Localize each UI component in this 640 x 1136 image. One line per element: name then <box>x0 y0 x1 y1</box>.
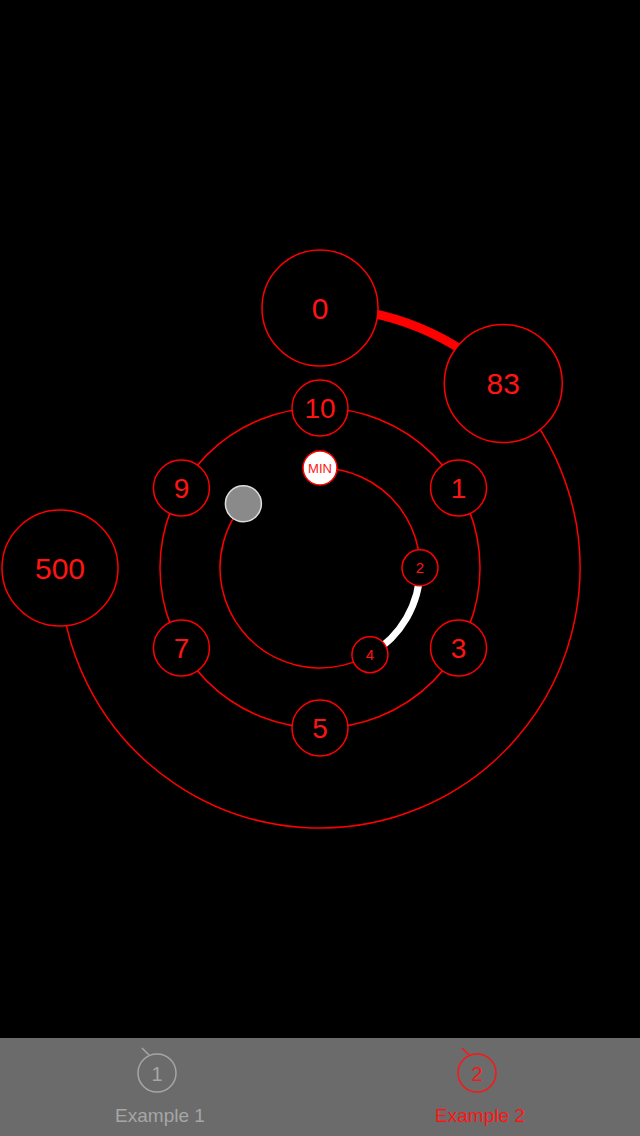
dial-mark[interactable]: 7 <box>153 620 209 676</box>
dial-mark[interactable]: 10 <box>292 380 348 436</box>
outer-value-label: 83 <box>487 367 520 400</box>
svg-text:1: 1 <box>151 1063 162 1085</box>
dial-icon: 2 <box>448 1044 502 1098</box>
avatar-thumb[interactable] <box>225 486 261 522</box>
dial-label: 3 <box>451 633 467 664</box>
dial-label: 10 <box>304 393 335 424</box>
dial-label: 9 <box>174 473 190 504</box>
inner-min-label: MIN <box>308 461 332 476</box>
dial-mark[interactable]: 9 <box>153 460 209 516</box>
outer-max-label: 500 <box>35 552 85 585</box>
inner-min-handle: MIN <box>303 451 337 485</box>
tab[interactable]: 1 Example 1 <box>0 1038 320 1136</box>
inner-low-label: 2 <box>416 559 424 576</box>
dial-mark[interactable]: 1 <box>431 460 487 516</box>
tab-bar: 1 Example 12 Example 2 <box>0 1038 640 1136</box>
inner-high-handle[interactable]: 4 <box>352 637 388 673</box>
dial-icon: 1 <box>128 1044 182 1098</box>
screen: 0500831013579MIN24 1 Example 12 Example … <box>0 0 640 1136</box>
inner-low-handle[interactable]: 2 <box>402 550 438 586</box>
dial-mark[interactable]: 3 <box>431 620 487 676</box>
outer-max-handle: 500 <box>2 510 118 626</box>
tab-label: Example 1 <box>115 1104 205 1128</box>
tab[interactable]: 2 Example 2 <box>320 1038 640 1136</box>
diagram-area: 0 500 83 10 1 3 5 7 9 MIN 2 4 <box>0 0 640 1038</box>
inner-track[interactable] <box>220 468 420 668</box>
outer-track[interactable] <box>60 384 580 828</box>
outer-value-handle[interactable]: 83 <box>444 325 562 443</box>
dial-mark[interactable]: 5 <box>292 700 348 756</box>
dial-label: 5 <box>312 713 328 744</box>
tab-label: Example 2 <box>435 1104 525 1128</box>
dial-label: 1 <box>451 473 467 504</box>
circular-sliders: 0 500 83 10 1 3 5 7 9 MIN 2 4 <box>0 0 640 1038</box>
outer-min-handle: 0 <box>262 250 378 366</box>
outer-min-label: 0 <box>312 292 329 325</box>
dial-ring <box>160 408 480 728</box>
dial-label: 7 <box>174 633 190 664</box>
inner-high-label: 4 <box>366 646 374 663</box>
svg-text:2: 2 <box>471 1063 482 1085</box>
